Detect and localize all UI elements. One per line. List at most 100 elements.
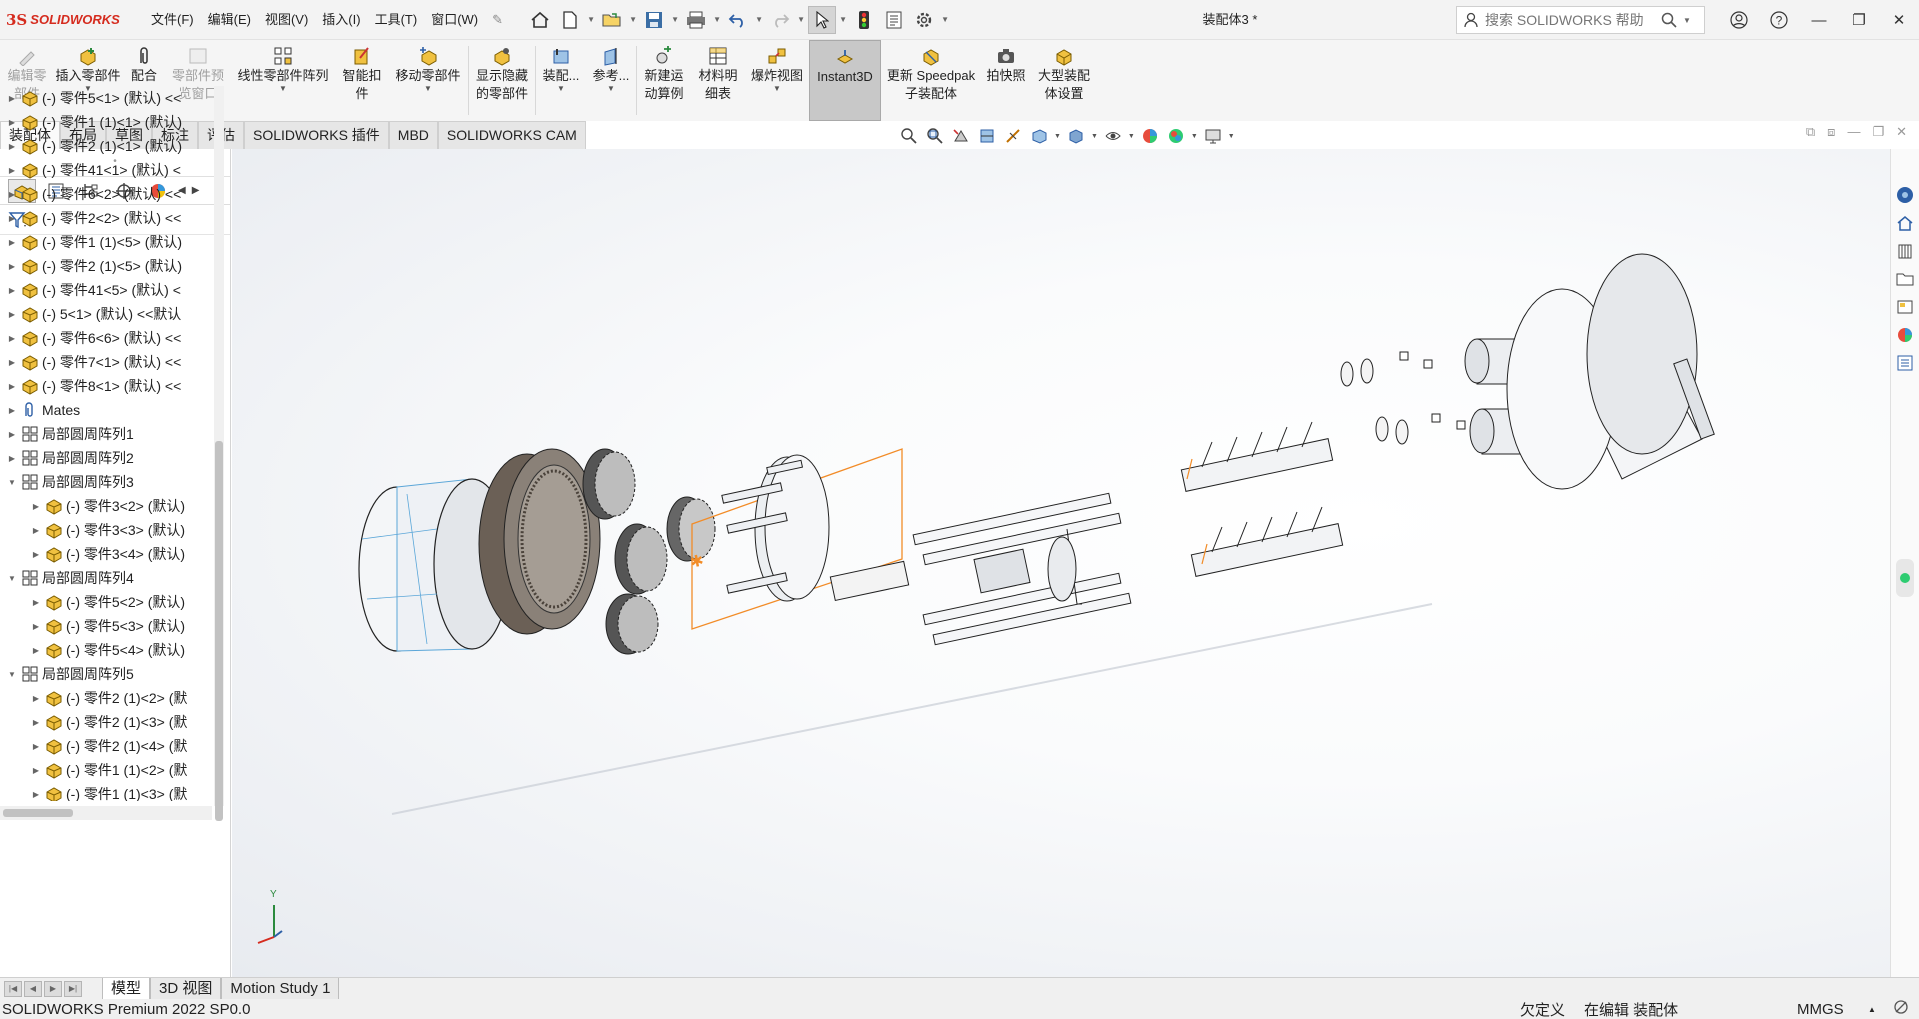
expand-caret-icon[interactable]: ▶: [30, 622, 42, 631]
design-library-icon[interactable]: [1893, 239, 1917, 263]
view-settings-dropdown-icon[interactable]: ▼: [1228, 133, 1235, 140]
file-properties-icon[interactable]: [880, 6, 908, 34]
tree-item[interactable]: ▶ (-) 零件2 (1)<1> (默认): [0, 134, 212, 158]
tab-3d-view[interactable]: 3D 视图: [150, 977, 222, 1000]
tree-item[interactable]: ▶ (-) 零件1 (1)<2> (默: [0, 758, 212, 782]
linear-pattern-dropdown-icon[interactable]: ▼: [279, 85, 287, 93]
task-pane-expand-handle[interactable]: [1896, 559, 1914, 597]
search-dropdown-icon[interactable]: ▼: [1683, 16, 1691, 25]
menu-insert[interactable]: 插入(I): [315, 0, 367, 40]
tree-item[interactable]: ▶ (-) 零件2 (1)<3> (默: [0, 710, 212, 734]
apply-scene-dropdown-icon[interactable]: ▼: [1191, 133, 1198, 140]
tree-item[interactable]: ▶ (-) 零件41<5> (默认) <: [0, 278, 212, 302]
expand-caret-icon[interactable]: ▶: [6, 430, 18, 439]
menu-tools[interactable]: 工具(T): [368, 0, 425, 40]
tree-item[interactable]: ▶ 局部圆周阵列1: [0, 422, 212, 446]
splined-shaft-part[interactable]: [829, 560, 910, 602]
tree-vertical-scrollbar[interactable]: [214, 86, 224, 821]
zoom-to-area-icon[interactable]: [924, 125, 946, 147]
expand-caret-icon[interactable]: ▶: [6, 358, 18, 367]
expand-caret-icon[interactable]: ▶: [6, 238, 18, 247]
tab-motion-study-1[interactable]: Motion Study 1: [221, 977, 340, 1000]
tree-item[interactable]: ▶ (-) 零件3<2> (默认): [0, 494, 212, 518]
expand-caret-icon[interactable]: ▶: [30, 766, 42, 775]
tree-item[interactable]: ▶ (-) 零件41<1> (默认) <: [0, 158, 212, 182]
reference-geometry-dropdown-icon[interactable]: ▼: [607, 85, 615, 93]
tree-item[interactable]: ▶ (-) 零件5<3> (默认): [0, 614, 212, 638]
view-orientation-icon[interactable]: [1028, 125, 1050, 147]
viewport-minimize-icon[interactable]: —: [1847, 124, 1860, 140]
show-hidden-parts-button[interactable]: 显示隐藏 的零部件: [469, 40, 535, 121]
apply-scene-icon[interactable]: [1165, 125, 1187, 147]
new-dropdown-icon[interactable]: ▼: [586, 15, 596, 24]
tree-item[interactable]: ▶ (-) 零件2<2> (默认) <<: [0, 206, 212, 230]
options-gear-icon[interactable]: [910, 6, 938, 34]
expand-caret-icon[interactable]: ▶: [6, 94, 18, 103]
open-folder-icon[interactable]: [598, 6, 626, 34]
expand-caret-icon[interactable]: ▶: [30, 718, 42, 727]
select-cursor-icon[interactable]: [808, 5, 837, 34]
search-icon[interactable]: [1661, 12, 1677, 28]
next-tab-icon[interactable]: ▶: [44, 980, 62, 997]
exploded-view-button[interactable]: 爆炸视图 ▼: [745, 40, 809, 121]
close-icon[interactable]: ✕: [1879, 0, 1919, 40]
worm-screw-lower[interactable]: [1190, 506, 1344, 577]
pin-icon[interactable]: ✎: [485, 0, 510, 40]
carrier-disc-part[interactable]: [721, 454, 830, 602]
unit-system[interactable]: MMGS: [1797, 1001, 1844, 1018]
help-search-input[interactable]: [1485, 12, 1655, 28]
collapse-caret-icon[interactable]: ▼: [6, 478, 18, 487]
tree-item[interactable]: ▶ (-) 零件6<2> (默认) <<: [0, 182, 212, 206]
expand-caret-icon[interactable]: ▶: [30, 526, 42, 535]
undo-dropdown-icon[interactable]: ▼: [754, 15, 764, 24]
move-part-dropdown-icon[interactable]: ▼: [424, 85, 432, 93]
linear-pattern-button[interactable]: 线性零部件阵列 ▼: [230, 40, 336, 121]
help-icon[interactable]: ?: [1759, 0, 1799, 40]
tree-item[interactable]: ▶ (-) 零件2 (1)<5> (默认): [0, 254, 212, 278]
zoom-to-fit-icon[interactable]: [898, 125, 920, 147]
dynamic-annotation-icon[interactable]: [1002, 125, 1024, 147]
expand-caret-icon[interactable]: ▶: [30, 742, 42, 751]
assembly-features-dropdown-icon[interactable]: ▼: [557, 85, 565, 93]
viewport-restore-icon[interactable]: ❐: [1872, 124, 1884, 140]
open-dropdown-icon[interactable]: ▼: [628, 15, 638, 24]
prev-tab-icon[interactable]: ◀: [24, 980, 42, 997]
tree-item[interactable]: ▶ 局部圆周阵列2: [0, 446, 212, 470]
tab-cam[interactable]: SOLIDWORKS CAM: [437, 121, 586, 149]
tab-addins[interactable]: SOLIDWORKS 插件: [244, 121, 389, 149]
expand-caret-icon[interactable]: ▶: [6, 310, 18, 319]
tree-item[interactable]: ▶ (-) 零件6<6> (默认) <<: [0, 326, 212, 350]
custom-properties-icon[interactable]: [1893, 351, 1917, 375]
section-view-icon[interactable]: [976, 125, 998, 147]
expand-caret-icon[interactable]: ▶: [6, 406, 18, 415]
tree-item[interactable]: ▶ (-) 零件1 (1)<5> (默认): [0, 230, 212, 254]
file-explorer-icon[interactable]: [1893, 267, 1917, 291]
new-motion-study-button[interactable]: 新建运 动算例: [637, 40, 691, 121]
edit-appearance-icon[interactable]: [1139, 125, 1161, 147]
expand-caret-icon[interactable]: ▶: [6, 214, 18, 223]
tree-item[interactable]: ▶ (-) 零件2 (1)<4> (默: [0, 734, 212, 758]
menu-window[interactable]: 窗口(W): [424, 0, 485, 40]
expand-caret-icon[interactable]: ▶: [6, 334, 18, 343]
tree-item[interactable]: ▶ (-) 零件8<1> (默认) <<: [0, 374, 212, 398]
scrollbar-thumb[interactable]: [3, 809, 73, 817]
hide-show-dropdown-icon[interactable]: ▼: [1128, 133, 1135, 140]
restore-icon[interactable]: ❐: [1839, 0, 1879, 40]
print-icon[interactable]: [682, 6, 710, 34]
menu-view[interactable]: 视图(V): [258, 0, 315, 40]
expand-caret-icon[interactable]: ▶: [6, 382, 18, 391]
minimize-icon[interactable]: —: [1799, 0, 1839, 40]
tree-item[interactable]: ▶ (-) 零件5<2> (默认): [0, 590, 212, 614]
exploded-view-dropdown-icon[interactable]: ▼: [773, 85, 781, 93]
expand-caret-icon[interactable]: ▶: [30, 790, 42, 799]
tree-item[interactable]: ▶ (-) 零件1 (1)<3> (默: [0, 782, 212, 801]
bom-button[interactable]: 材料明 细表: [691, 40, 745, 121]
scrollbar-thumb[interactable]: [215, 441, 223, 821]
tree-item[interactable]: ▼ 局部圆周阵列3: [0, 470, 212, 494]
tree-item[interactable]: ▶ (-) 零件7<1> (默认) <<: [0, 350, 212, 374]
view-settings-monitor-icon[interactable]: [1202, 125, 1224, 147]
small-bearing-parts[interactable]: [1340, 351, 1466, 445]
status-options-icon[interactable]: [1893, 999, 1909, 1019]
expand-caret-icon[interactable]: ▶: [30, 646, 42, 655]
design-library-home-icon[interactable]: [1893, 211, 1917, 235]
